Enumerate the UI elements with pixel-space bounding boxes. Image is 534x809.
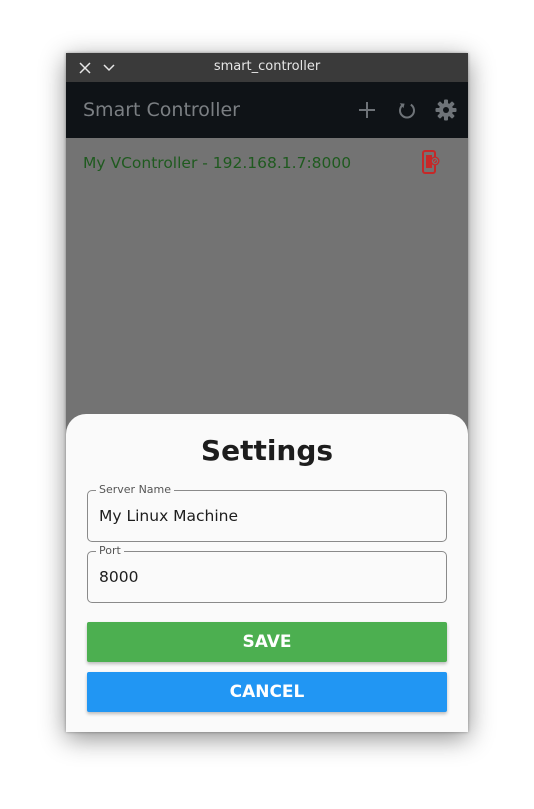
window-titlebar: smart_controller bbox=[66, 53, 468, 82]
save-button[interactable]: SAVE bbox=[87, 622, 447, 662]
add-server-button[interactable] bbox=[353, 96, 381, 124]
port-label: Port bbox=[96, 544, 124, 557]
port-field[interactable]: Port 8000 bbox=[87, 544, 447, 603]
server-list-item[interactable]: My VController - 192.168.1.7:8000 bbox=[66, 138, 468, 188]
cancel-button[interactable]: CANCEL bbox=[87, 672, 447, 712]
app-window: smart_controller Smart Controller My VCo… bbox=[66, 53, 468, 732]
settings-bottom-sheet: Settings Server Name My Linux Machine Po… bbox=[66, 414, 468, 732]
server-name-input[interactable]: My Linux Machine bbox=[99, 507, 238, 525]
window-title: smart_controller bbox=[213, 59, 321, 74]
port-input[interactable]: 8000 bbox=[99, 568, 138, 586]
device-disconnected-icon[interactable] bbox=[420, 150, 442, 176]
server-name-field[interactable]: Server Name My Linux Machine bbox=[87, 483, 447, 542]
app-bar: Smart Controller bbox=[66, 82, 468, 138]
refresh-icon bbox=[399, 103, 415, 119]
sheet-title: Settings bbox=[200, 434, 334, 467]
settings-button[interactable] bbox=[432, 96, 460, 124]
app-title: Smart Controller bbox=[83, 99, 240, 121]
refresh-button[interactable] bbox=[393, 96, 421, 124]
add-icon bbox=[359, 102, 375, 118]
server-label: My VController - 192.168.1.7:8000 bbox=[83, 154, 352, 172]
server-name-label: Server Name bbox=[96, 483, 175, 496]
settings-icon bbox=[435, 99, 457, 121]
